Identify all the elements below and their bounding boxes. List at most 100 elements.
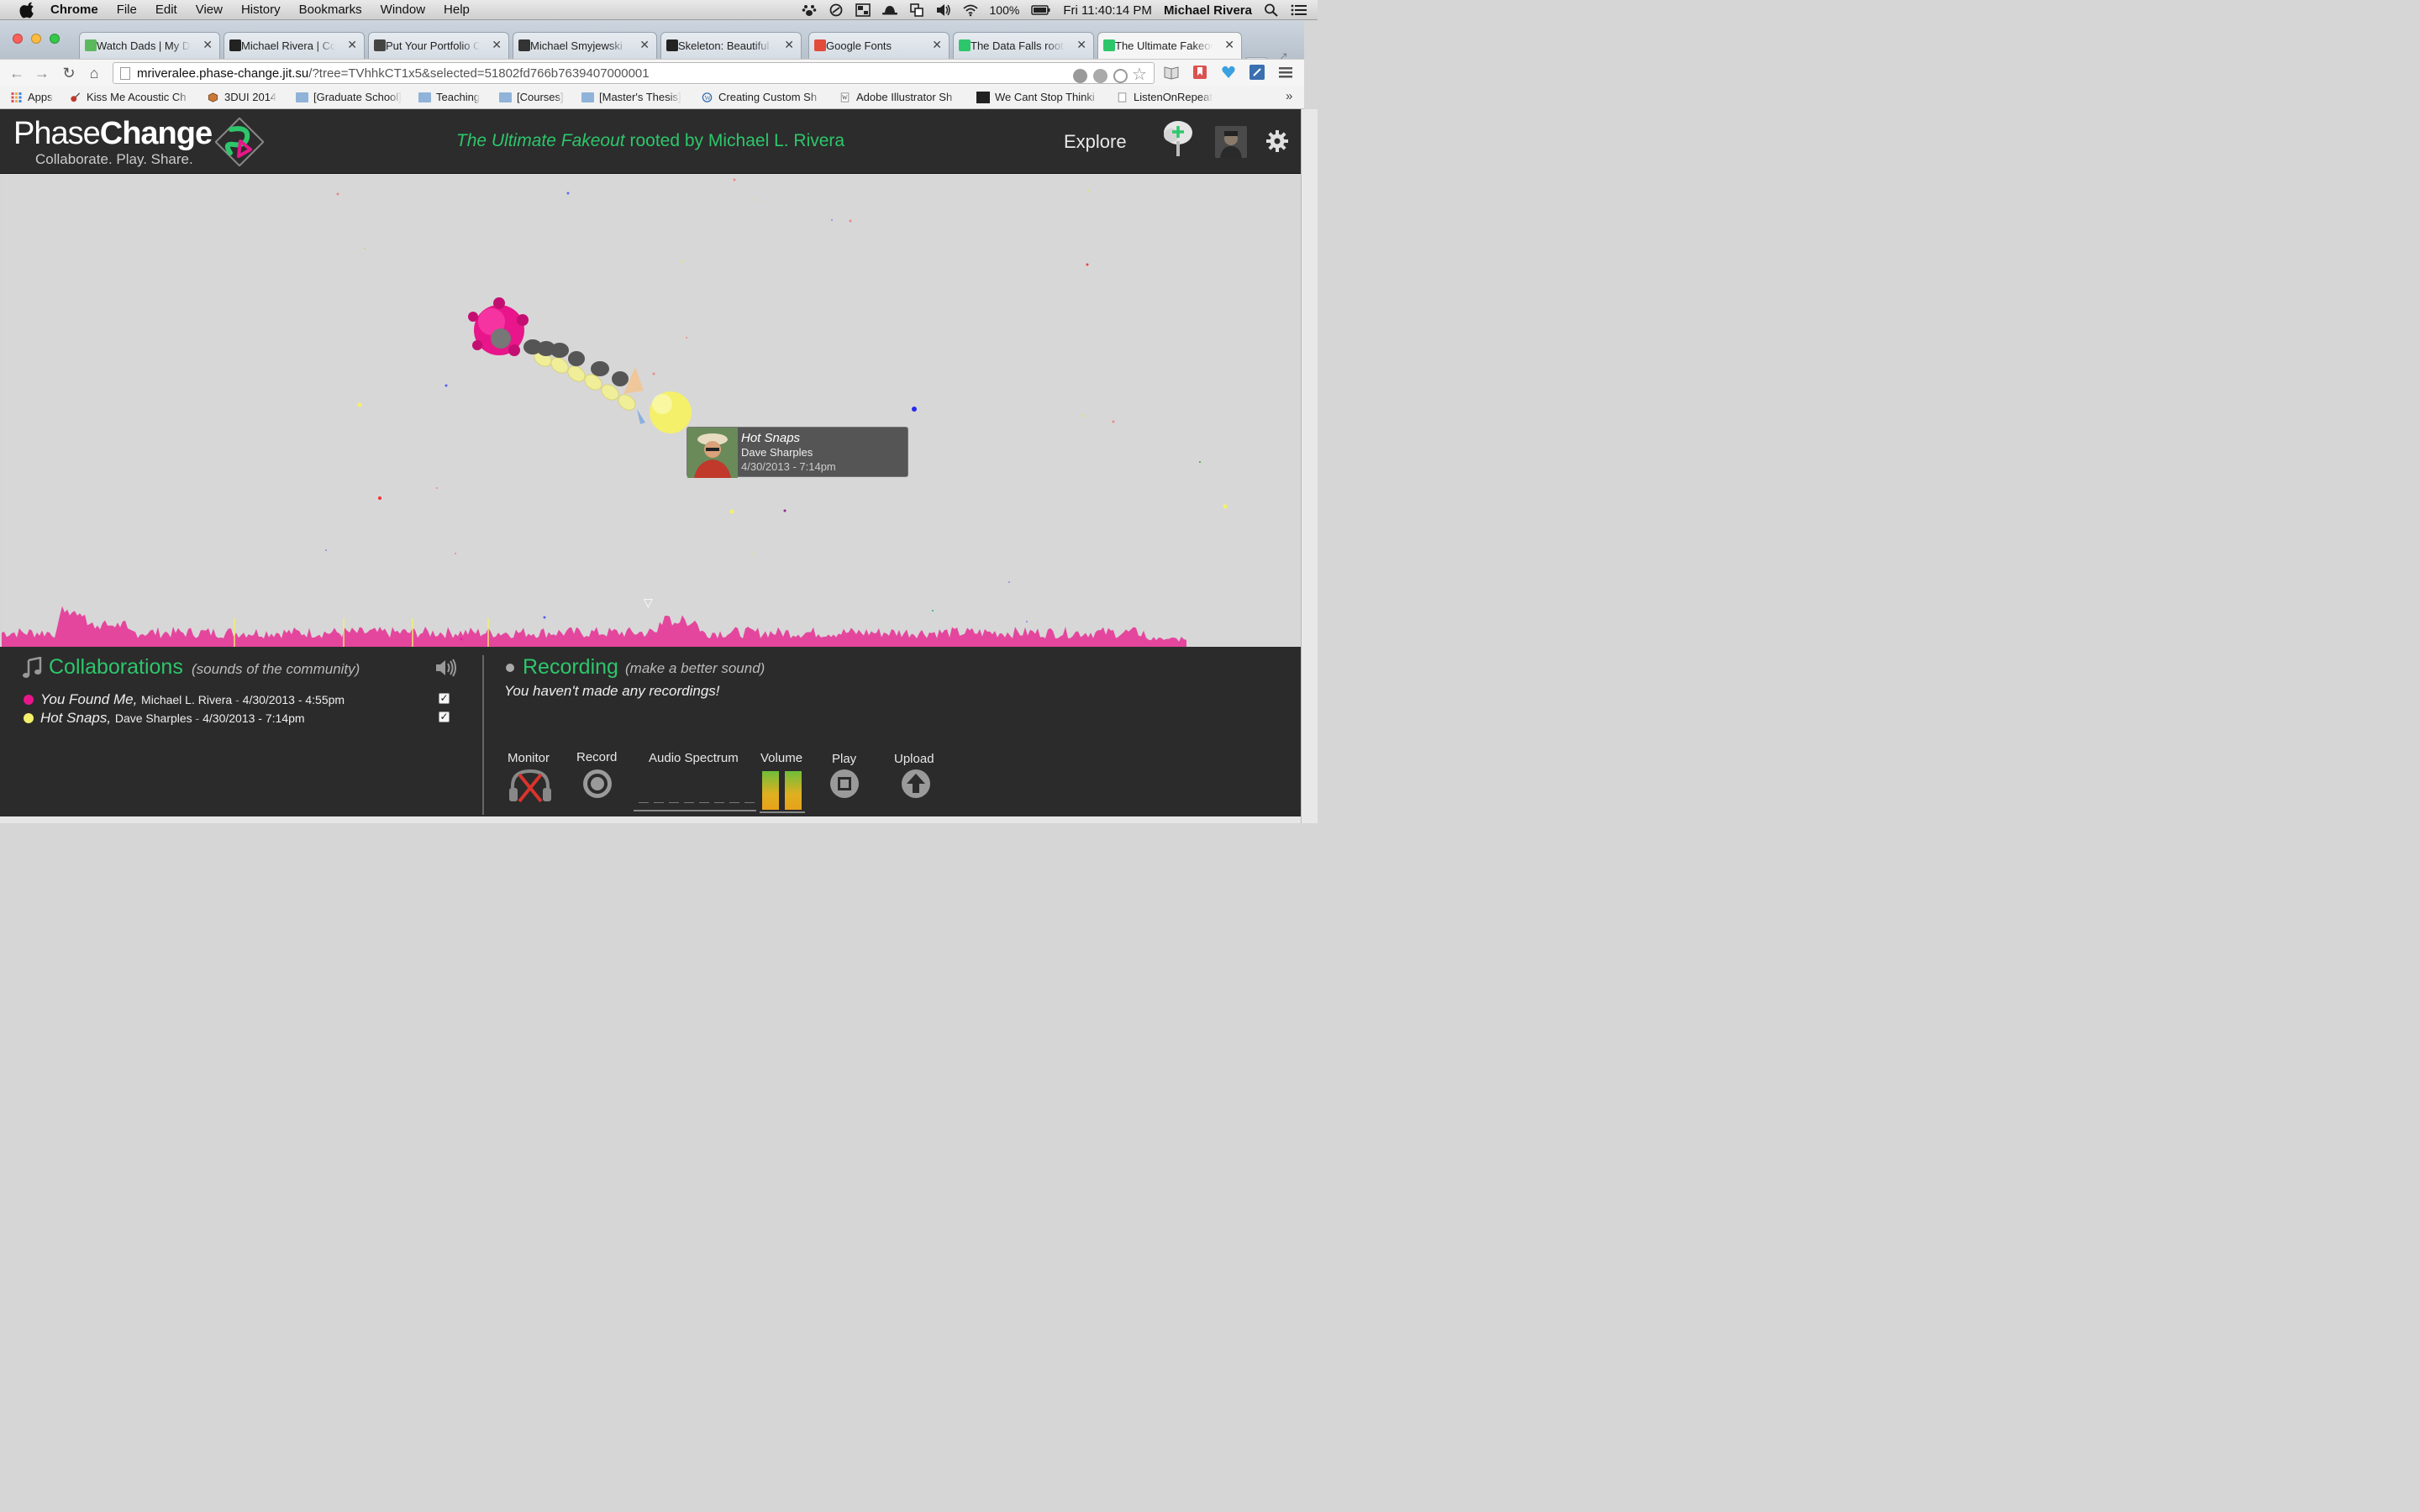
- address-url[interactable]: mriveralee.phase-change.jit.su/?tree=TVh…: [137, 66, 650, 81]
- reload-icon[interactable]: ↻: [60, 65, 77, 81]
- zoom-window-button[interactable]: [50, 34, 60, 44]
- tab-michael-smyjewski[interactable]: Michael Smyjewski ✕: [513, 32, 657, 59]
- lightbulb-icon[interactable]: [1093, 69, 1107, 83]
- tab-put-your-portfolio[interactable]: Put Your Portfolio O ✕: [368, 32, 509, 59]
- upload-arrow-icon[interactable]: [900, 768, 932, 800]
- tree-visualization-canvas[interactable]: Hot Snaps Dave Sharples 4/30/2013 - 7:14…: [2, 174, 1301, 647]
- tab-watch-dads[interactable]: Watch Dads | My Da ✕: [79, 32, 220, 59]
- collaboration-title[interactable]: You Found Me,: [40, 691, 137, 707]
- tab-close-icon[interactable]: ✕: [492, 38, 502, 52]
- tab-close-icon[interactable]: ✕: [639, 38, 650, 52]
- battery-icon[interactable]: [1031, 3, 1051, 17]
- heart-extension-icon[interactable]: [1220, 64, 1237, 81]
- adblock-icon[interactable]: [1073, 69, 1087, 83]
- notification-center-icon[interactable]: [1291, 3, 1307, 17]
- link-extension-icon[interactable]: [1249, 64, 1265, 81]
- collaboration-checkbox[interactable]: ✓: [439, 693, 450, 704]
- record-button-icon[interactable]: [581, 768, 613, 800]
- tab-close-icon[interactable]: ✕: [1224, 38, 1234, 52]
- tab-skeleton[interactable]: Skeleton: Beautiful B ✕: [660, 32, 802, 59]
- window-manager-icon[interactable]: [855, 3, 871, 17]
- tab-close-icon[interactable]: ✕: [347, 38, 357, 52]
- root-node-you-found-me[interactable]: [468, 297, 529, 356]
- page-icon: [120, 67, 130, 80]
- particle-field: [325, 178, 1228, 641]
- monitor-headphones-icon[interactable]: [508, 768, 553, 803]
- apple-icon[interactable]: [18, 2, 37, 18]
- volume-icon[interactable]: [936, 3, 951, 17]
- bookmark-kiss-me-acoustic[interactable]: Kiss Me Acoustic Ch: [69, 91, 192, 103]
- bookmark-we-cant-stop[interactable]: We Cant Stop Thinki: [976, 91, 1101, 103]
- menu-view[interactable]: View: [196, 3, 223, 17]
- hat-icon[interactable]: [881, 3, 897, 17]
- bookmark-label: Apps: [28, 91, 53, 103]
- waveform-peak: [343, 618, 345, 647]
- collaboration-row[interactable]: Hot Snaps, Dave Sharples - 4/30/2013 - 7…: [24, 710, 460, 727]
- close-window-button[interactable]: [13, 34, 23, 44]
- bookmark-masters-thesis[interactable]: [Master's Thesis]: [581, 91, 681, 103]
- page-icon: W: [840, 92, 850, 102]
- volume-bar-right: [785, 771, 802, 810]
- bookmarks-overflow-icon[interactable]: »: [1286, 89, 1292, 103]
- music-note-icon: [23, 657, 42, 678]
- tab-close-icon[interactable]: ✕: [1076, 38, 1086, 52]
- tab-close-icon[interactable]: ✕: [784, 38, 794, 52]
- forward-arrow-icon[interactable]: →: [34, 65, 50, 81]
- selected-node-tooltip[interactable]: Hot Snaps Dave Sharples 4/30/2013 - 7:14…: [687, 427, 908, 478]
- collaboration-row[interactable]: You Found Me, Michael L. Rivera - 4/30/2…: [24, 691, 460, 708]
- bookmark-listenonrepeat[interactable]: ListenOnRepeat: [1116, 91, 1213, 103]
- chrome-menu-icon[interactable]: [1277, 64, 1294, 81]
- menu-bookmarks[interactable]: Bookmarks: [299, 3, 362, 17]
- bookmark-teaching[interactable]: Teaching: [418, 91, 480, 103]
- copy-icon[interactable]: [909, 3, 924, 17]
- bookmark-star-icon[interactable]: ☆: [1132, 64, 1147, 85]
- menu-app-chrome[interactable]: Chrome: [50, 3, 98, 17]
- speaker-volume-icon[interactable]: [435, 659, 459, 677]
- play-stop-button-icon[interactable]: [829, 768, 860, 800]
- tab-close-icon[interactable]: ✕: [932, 38, 942, 52]
- menu-history[interactable]: History: [241, 3, 281, 17]
- settings-gear-icon[interactable]: [1265, 129, 1289, 153]
- collaboration-author[interactable]: Dave Sharples: [115, 711, 192, 725]
- bookmark-3dui-2014[interactable]: 3DUI 2014: [207, 91, 276, 103]
- tree-title-name[interactable]: The Ultimate Fakeout: [456, 131, 625, 150]
- tab-google-fonts[interactable]: Google Fonts ✕: [808, 32, 950, 59]
- menu-edit[interactable]: Edit: [155, 3, 177, 17]
- address-bar[interactable]: mriveralee.phase-change.jit.su/?tree=TVh…: [113, 62, 1155, 84]
- back-arrow-icon[interactable]: ←: [8, 65, 25, 81]
- bookmark-apps[interactable]: Apps: [10, 91, 53, 103]
- menu-help[interactable]: Help: [444, 3, 470, 17]
- bookmark-courses[interactable]: [Courses]: [499, 91, 564, 103]
- tab-the-data-falls[interactable]: The Data Falls roote ✕: [953, 32, 1094, 59]
- explore-link[interactable]: Explore: [1064, 131, 1127, 153]
- bookmark-graduate-school[interactable]: [Graduate School]: [296, 91, 402, 103]
- volume-meter[interactable]: [760, 769, 805, 813]
- bookmark-creating-custom[interactable]: W Creating Custom Sh: [701, 91, 824, 103]
- bookmark-adobe-illustrator[interactable]: W Adobe Illustrator Sh: [839, 91, 962, 103]
- waveform-peak: [487, 618, 489, 647]
- new-tree-icon[interactable]: [1161, 118, 1195, 158]
- tab-close-icon[interactable]: ✕: [203, 38, 213, 52]
- paw-icon[interactable]: [802, 3, 817, 17]
- user-avatar[interactable]: [1215, 126, 1247, 158]
- menu-window[interactable]: Window: [381, 3, 425, 17]
- collaboration-title[interactable]: Hot Snaps,: [40, 710, 111, 726]
- collaboration-author[interactable]: Michael L. Rivera: [141, 693, 232, 706]
- sync-icon[interactable]: [829, 3, 844, 17]
- menubar-user[interactable]: Michael Rivera: [1164, 3, 1252, 18]
- collaboration-checkbox[interactable]: ✓: [439, 711, 450, 722]
- tab-the-ultimate-fakeout[interactable]: The Ultimate Fakeou ✕: [1097, 32, 1242, 59]
- spotlight-search-icon[interactable]: [1264, 3, 1279, 17]
- reader-icon[interactable]: [1163, 64, 1180, 81]
- wifi-icon[interactable]: [962, 3, 978, 17]
- menu-file[interactable]: File: [117, 3, 137, 17]
- zoom-icon[interactable]: [1113, 69, 1128, 83]
- home-icon[interactable]: ⌂: [86, 65, 103, 81]
- tab-michael-rivera[interactable]: Michael Rivera | Co ✕: [224, 32, 365, 59]
- menubar-clock[interactable]: Fri 11:40:14 PM: [1063, 3, 1152, 18]
- bookmark-ribbon-icon[interactable]: [1192, 64, 1208, 81]
- minimize-window-button[interactable]: [31, 34, 41, 44]
- selected-node-hot-snaps[interactable]: [650, 391, 692, 433]
- collaboration-date: 4/30/2013 - 4:55pm: [242, 693, 345, 706]
- playhead-marker-icon[interactable]: ▽: [644, 596, 653, 610]
